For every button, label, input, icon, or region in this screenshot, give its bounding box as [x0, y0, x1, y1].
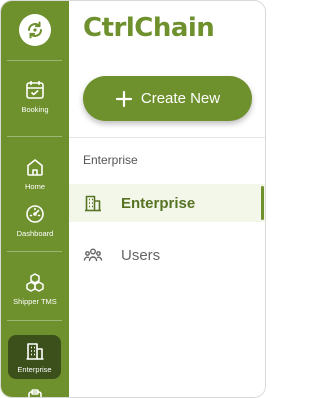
building-icon [85, 195, 101, 212]
rail-item-booking[interactable]: Booking [1, 79, 69, 114]
sync-logo-icon [19, 14, 51, 46]
plus-icon [115, 90, 132, 107]
app-logo[interactable] [1, 1, 69, 59]
rail-item-shipper-tms[interactable]: Shipper TMS [1, 271, 69, 306]
app-frame: Booking Home Dashboard Shipper TMS Enter… [0, 0, 266, 398]
rail-item-label: Booking [21, 105, 49, 114]
create-new-label: Create New [140, 90, 221, 107]
rail-divider [7, 60, 62, 61]
nav-item-users[interactable]: Users [69, 236, 265, 274]
rail-divider [7, 320, 62, 321]
rail-divider [7, 136, 62, 137]
icon-rail: Booking Home Dashboard Shipper TMS Enter… [1, 1, 69, 397]
clipboard-icon [28, 389, 42, 397]
speedometer-icon [26, 205, 44, 223]
rail-item-home[interactable]: Home [1, 156, 69, 191]
create-new-button[interactable]: Create New [83, 76, 252, 121]
rail-item-label: Enterprise [17, 365, 52, 374]
building-icon [26, 343, 43, 360]
nav-item-label: Enterprise [121, 194, 196, 212]
rail-item-dashboard[interactable]: Dashboard [1, 203, 69, 238]
side-panel: CtrlChain Create New Enterprise Enterpri… [69, 1, 265, 397]
users-icon [83, 248, 103, 262]
rail-item-label: Dashboard [16, 229, 54, 238]
rail-item-label: Home [24, 182, 45, 191]
section-title: Enterprise [83, 153, 138, 167]
nav-item-label: Users [121, 246, 161, 264]
app-title: CtrlChain [83, 13, 215, 43]
rail-item-label: Shipper TMS [13, 297, 57, 306]
rail-divider [7, 251, 62, 252]
calendar-icon [26, 81, 44, 99]
panel-divider [69, 137, 265, 138]
rail-item-clipboard[interactable] [1, 388, 69, 397]
boxes-icon [26, 273, 44, 292]
rail-item-enterprise[interactable]: Enterprise [8, 335, 61, 379]
home-icon [27, 159, 43, 176]
nav-item-enterprise[interactable]: Enterprise [69, 184, 265, 222]
